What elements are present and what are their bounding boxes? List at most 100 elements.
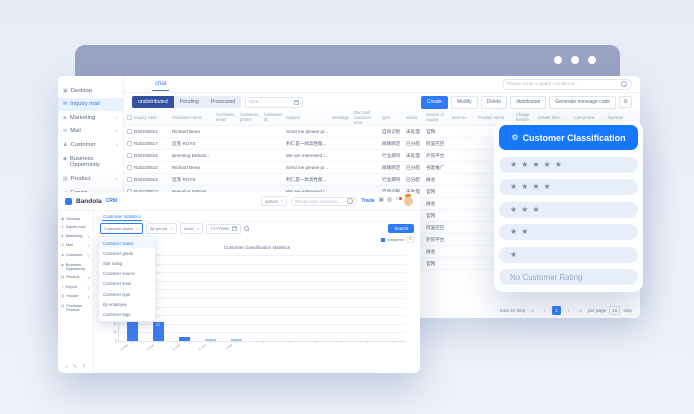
pager-item[interactable]: › bbox=[564, 306, 573, 315]
rating-row-4-star[interactable]: ★★★★ bbox=[499, 179, 638, 195]
generate-message-code-button[interactable]: Generate message code bbox=[549, 96, 616, 109]
dropdown-option-customer-status[interactable]: Customer status bbox=[99, 238, 155, 248]
query-search-input[interactable]: Please enter a query conditions... bbox=[502, 79, 632, 90]
filter-undistributed[interactable]: undistributed bbox=[132, 96, 174, 108]
trade-link[interactable]: Trade bbox=[361, 198, 374, 204]
dropdown-option-customer-tags[interactable]: Customer tags bbox=[99, 309, 155, 319]
dropdown-option-star-rating[interactable]: Star rating bbox=[99, 258, 155, 268]
select-all-checkbox[interactable] bbox=[127, 115, 132, 120]
filter-pending[interactable]: Pending bbox=[174, 96, 205, 108]
pager-item[interactable]: 1 bbox=[552, 306, 561, 315]
sidebar-item-inquiry-mail[interactable]: ✉Inquiry mail bbox=[58, 98, 123, 112]
marketing-icon: ◈ bbox=[63, 115, 67, 121]
stats-content: Customer statistics Customer status ∨ By… bbox=[94, 211, 420, 373]
apps-icon[interactable]: ▥ bbox=[387, 198, 392, 204]
grid-icon[interactable]: ▣ bbox=[379, 198, 384, 204]
system-select[interactable]: system ∨ bbox=[261, 196, 287, 207]
window-controls bbox=[554, 56, 596, 64]
x-axis-tick bbox=[289, 341, 290, 343]
toolbar: undistributedPendingProcessed time Creat… bbox=[124, 93, 640, 111]
sidebar-item-inquiry-mail[interactable]: ✉Inquiry mail bbox=[58, 223, 93, 231]
rating-row-2-star[interactable]: ★★ bbox=[499, 224, 638, 240]
sidebar-item-desktop[interactable]: ▣Desktop bbox=[58, 84, 123, 98]
grid-line bbox=[119, 315, 406, 316]
sidebar-item-label: Invoice bbox=[66, 294, 85, 298]
level-select[interactable]: Level ∨ bbox=[180, 223, 204, 234]
sidebar-item-customer[interactable]: ♟Customer∨ bbox=[58, 251, 93, 261]
classification-select[interactable]: Customer status ∨ bbox=[100, 223, 143, 234]
sidebar-item-mail[interactable]: ✉Mail∨ bbox=[58, 125, 123, 139]
sidebar-item-mail[interactable]: ✉Mail∨ bbox=[58, 241, 93, 251]
sidebar-item-purchase-product[interactable]: ▧Purchase Product bbox=[58, 302, 93, 315]
x-axis-tick bbox=[132, 341, 133, 343]
bell-icon[interactable]: ⚐ bbox=[395, 198, 400, 204]
dropdown-option-by-employee[interactable]: By employee bbox=[99, 299, 155, 309]
period-select-value: By period bbox=[150, 226, 167, 231]
dropdown-option-customer-grade[interactable]: Customer grade bbox=[99, 248, 155, 258]
sidebar-item-business-opportunity[interactable]: ◆Business Opportunity bbox=[58, 261, 93, 274]
sidebar-item-marketing[interactable]: ◈Marketing∨ bbox=[58, 232, 93, 242]
bar-value-label: 22 bbox=[153, 323, 164, 327]
sidebar-item-desktop[interactable]: ▣Desktop bbox=[58, 215, 93, 223]
x-axis-tick bbox=[341, 341, 342, 343]
window-control-dot[interactable] bbox=[588, 56, 596, 64]
rating-row-1-star[interactable]: ★ bbox=[499, 247, 638, 263]
month-picker-input[interactable]: YYYY/MM bbox=[206, 224, 240, 234]
row-checkbox[interactable] bbox=[127, 165, 132, 170]
time-placeholder: time bbox=[249, 100, 258, 105]
dropdown-option-customer-level[interactable]: Customer level bbox=[99, 279, 155, 289]
tab-customer-statistics[interactable]: Customer statistics bbox=[102, 212, 142, 221]
pager-item[interactable]: « bbox=[528, 306, 537, 315]
rating-row-3-star[interactable]: ★★★ bbox=[499, 202, 638, 218]
user-avatar[interactable] bbox=[404, 197, 413, 206]
search-icon[interactable] bbox=[244, 226, 250, 232]
time-filter-input[interactable]: time bbox=[245, 97, 303, 108]
page-size-select[interactable]: 15 bbox=[609, 306, 620, 315]
status-filter-group: undistributedPendingProcessed bbox=[132, 96, 241, 108]
row-checkbox[interactable] bbox=[127, 129, 132, 134]
rating-row-5-star[interactable]: ★★★★★ bbox=[499, 157, 638, 173]
distribution-button[interactable]: distribution bbox=[510, 96, 546, 109]
delete-button[interactable]: Delete bbox=[481, 96, 507, 109]
window-control-dot[interactable] bbox=[554, 56, 562, 64]
table-cell: 行业期刊 bbox=[382, 177, 406, 183]
sidebar-item-export[interactable]: ↗Export∨ bbox=[58, 283, 93, 293]
filter-processed[interactable]: Processed bbox=[205, 96, 242, 108]
row-checkbox[interactable] bbox=[127, 177, 132, 182]
rating-row-none[interactable]: No Customer Rating bbox=[499, 269, 638, 285]
customer-search-input[interactable]: Please enter customer... bbox=[291, 197, 357, 206]
sidebar-item-customer[interactable]: ♟Customer∨ bbox=[58, 139, 123, 153]
tab-chat[interactable]: chat bbox=[152, 77, 169, 91]
dropdown-option-customer-source[interactable]: Customer source bbox=[99, 269, 155, 279]
y-axis-label: 0 bbox=[115, 339, 117, 343]
chart-menu-icon[interactable]: ≡ bbox=[407, 236, 414, 244]
logo-text: Bandola bbox=[76, 198, 102, 205]
stats-topbar: Bandola CRM system ∨ Please enter custom… bbox=[58, 192, 420, 211]
pager-item[interactable]: » bbox=[576, 306, 585, 315]
sidebar-item-business-opportunity[interactable]: ◆Business Opportunity bbox=[58, 152, 123, 172]
sidebar-item-label: Product bbox=[66, 275, 85, 279]
chevron-down-icon: ∨ bbox=[115, 142, 118, 148]
sidebar-item-label: Inquiry mail bbox=[70, 101, 118, 108]
row-checkbox[interactable] bbox=[127, 153, 132, 158]
chevron-down-icon: ∨ bbox=[115, 115, 118, 121]
x-axis-label: 1-star bbox=[224, 343, 233, 351]
search-button[interactable]: Search bbox=[388, 224, 414, 233]
window-control-dot[interactable] bbox=[571, 56, 579, 64]
edit-icon[interactable]: ✎ bbox=[73, 364, 77, 370]
row-checkbox[interactable] bbox=[127, 141, 132, 146]
grid-line bbox=[119, 307, 406, 308]
dropdown-option-customer-type[interactable]: Customer type bbox=[99, 289, 155, 299]
home-icon[interactable]: ⌂ bbox=[65, 364, 68, 370]
sidebar-item-invoice[interactable]: ▥Invoice∨ bbox=[58, 292, 93, 302]
chevron-down-icon: ∨ bbox=[115, 128, 118, 134]
sidebar-item-product[interactable]: ▤Product∨ bbox=[58, 273, 93, 283]
modify-button[interactable]: Modify bbox=[451, 96, 478, 109]
pager-item[interactable]: ‹ bbox=[540, 306, 549, 315]
help-icon[interactable]: ? bbox=[82, 364, 85, 370]
create-button[interactable]: Create bbox=[421, 96, 448, 109]
settings-gear-icon[interactable]: ⚙ bbox=[619, 96, 632, 108]
period-select[interactable]: By period ∨ bbox=[146, 223, 177, 234]
sidebar-item-product[interactable]: ▤Product∨ bbox=[58, 173, 123, 187]
sidebar-item-marketing[interactable]: ◈Marketing∨ bbox=[58, 111, 123, 125]
